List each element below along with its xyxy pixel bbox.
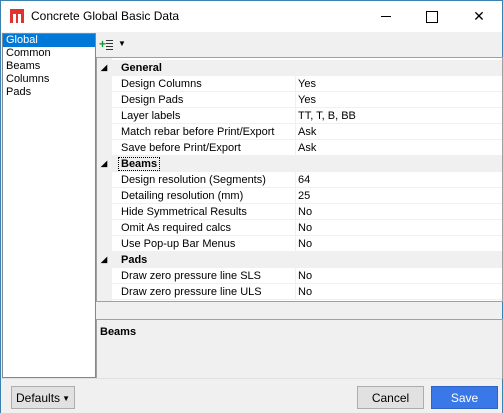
property-row[interactable]: Layer labels TT, T, B, BB bbox=[97, 108, 502, 124]
property-grid[interactable]: ◢ General Design Columns Yes Design Pads… bbox=[96, 57, 503, 302]
minimize-button[interactable] bbox=[363, 1, 409, 32]
minimize-icon bbox=[381, 16, 391, 17]
chevron-down-icon: ▼ bbox=[62, 394, 70, 403]
property-row[interactable]: Draw zero pressure line SLS No bbox=[97, 268, 502, 284]
collapse-icon[interactable]: ◢ bbox=[101, 159, 107, 168]
category-list[interactable]: Global Common Beams Columns Pads bbox=[2, 33, 96, 378]
category-label: General bbox=[121, 62, 162, 74]
category-pads[interactable]: ◢ Pads bbox=[97, 252, 502, 268]
defaults-button[interactable]: Defaults ▼ bbox=[11, 386, 75, 409]
close-icon: ✕ bbox=[473, 8, 485, 24]
property-value[interactable]: TT, T, B, BB bbox=[298, 110, 356, 122]
nav-item-beams[interactable]: Beams bbox=[3, 60, 95, 73]
property-value[interactable]: Yes bbox=[298, 78, 316, 90]
chevron-down-icon[interactable]: ▼ bbox=[118, 39, 126, 48]
property-value[interactable]: Ask bbox=[298, 142, 316, 154]
toolbar: + ▼ bbox=[96, 34, 501, 56]
description-panel: Beams bbox=[96, 319, 503, 379]
property-row[interactable]: Design Pads Yes bbox=[97, 92, 502, 108]
property-name: Draw zero pressure line ULS bbox=[121, 286, 262, 298]
property-name: Layer labels bbox=[121, 110, 181, 122]
property-name: Hide Symmetrical Results bbox=[121, 206, 247, 218]
property-value[interactable]: No bbox=[298, 206, 312, 218]
property-row[interactable]: Use Pop-up Bar Menus No bbox=[97, 236, 502, 252]
property-name: Design Pads bbox=[121, 94, 184, 106]
property-value[interactable]: Ask bbox=[298, 126, 316, 138]
property-name: Design resolution (Segments) bbox=[121, 174, 266, 186]
property-row[interactable]: Design resolution (Segments) 64 bbox=[97, 172, 502, 188]
property-name: Use Pop-up Bar Menus bbox=[121, 238, 236, 250]
app-logo-icon bbox=[10, 9, 24, 23]
nav-item-common[interactable]: Common bbox=[3, 47, 95, 60]
property-name: Save before Print/Export bbox=[121, 142, 241, 154]
property-name: Design Columns bbox=[121, 78, 202, 90]
defaults-label: Defaults bbox=[16, 391, 61, 405]
property-row[interactable]: Hide Symmetrical Results No bbox=[97, 204, 502, 220]
category-label: Beams bbox=[117, 157, 161, 171]
collapse-icon[interactable]: ◢ bbox=[101, 255, 107, 264]
title-bar[interactable]: Concrete Global Basic Data ✕ bbox=[1, 1, 502, 32]
nav-item-pads[interactable]: Pads bbox=[3, 86, 95, 99]
property-value[interactable]: Yes bbox=[298, 94, 316, 106]
property-row[interactable]: Detailing resolution (mm) 25 bbox=[97, 188, 502, 204]
property-name: Detailing resolution (mm) bbox=[121, 190, 244, 202]
cancel-button[interactable]: Cancel bbox=[357, 386, 424, 409]
property-name: Omit As required calcs bbox=[121, 222, 232, 234]
maximize-icon bbox=[426, 10, 438, 23]
property-value[interactable]: No bbox=[298, 238, 312, 250]
close-button[interactable]: ✕ bbox=[456, 1, 502, 32]
property-row[interactable]: Omit As required calcs No bbox=[97, 220, 502, 236]
property-row[interactable]: Save before Print/Export Ask bbox=[97, 140, 502, 156]
add-list-icon[interactable]: + bbox=[99, 38, 115, 52]
category-general[interactable]: ◢ General bbox=[97, 60, 502, 76]
property-name: Draw zero pressure line SLS bbox=[121, 270, 262, 282]
nav-item-columns[interactable]: Columns bbox=[3, 73, 95, 86]
category-beams[interactable]: ◢ Beams bbox=[97, 156, 502, 172]
property-value[interactable]: No bbox=[298, 286, 312, 298]
property-value[interactable]: 64 bbox=[298, 174, 310, 186]
collapse-icon[interactable]: ◢ bbox=[101, 63, 107, 72]
description-title: Beams bbox=[100, 326, 137, 338]
property-row[interactable]: Draw zero pressure line ULS No bbox=[97, 284, 502, 300]
save-button[interactable]: Save bbox=[431, 386, 498, 409]
category-label: Pads bbox=[121, 254, 148, 266]
property-value[interactable]: 25 bbox=[298, 190, 310, 202]
nav-item-global[interactable]: Global bbox=[3, 34, 95, 47]
property-value[interactable]: No bbox=[298, 222, 312, 234]
maximize-button[interactable] bbox=[409, 1, 455, 32]
property-row[interactable]: Design Columns Yes bbox=[97, 76, 502, 92]
button-bar: Defaults ▼ Cancel Save bbox=[1, 378, 502, 413]
property-row[interactable]: Match rebar before Print/Export Ask bbox=[97, 124, 502, 140]
property-value[interactable]: No bbox=[298, 270, 312, 282]
property-name: Match rebar before Print/Export bbox=[121, 126, 275, 138]
dialog-window: Concrete Global Basic Data ✕ Global Comm… bbox=[0, 0, 503, 413]
window-title: Concrete Global Basic Data bbox=[31, 9, 180, 23]
